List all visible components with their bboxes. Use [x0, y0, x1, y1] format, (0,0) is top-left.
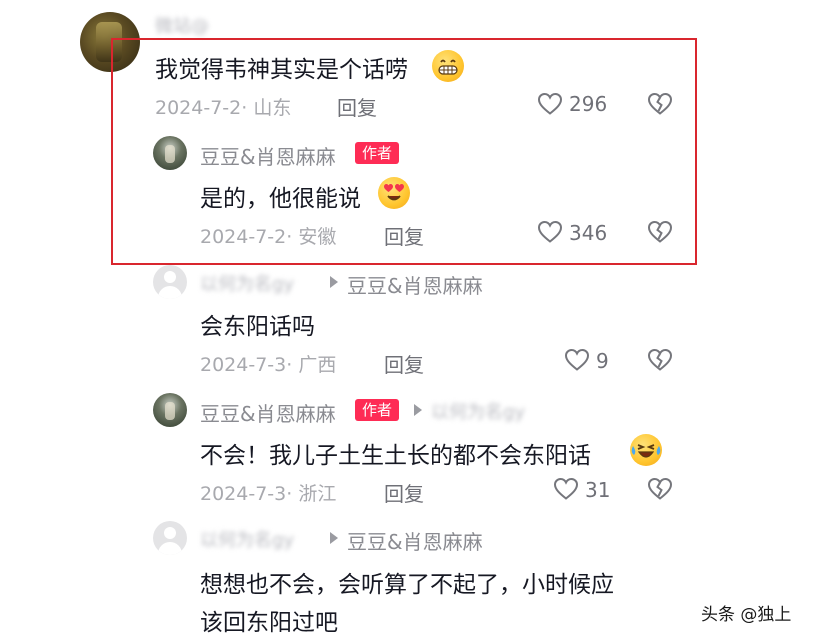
- reply-meta: 2024-7-3· 浙江: [200, 483, 337, 505]
- watermark: 头条 @独上: [701, 605, 792, 625]
- reply-button[interactable]: 回复: [384, 478, 424, 507]
- reply-text: 不会！我儿子土生土长的都不会东阳话: [200, 443, 591, 469]
- avatar[interactable]: [153, 393, 187, 427]
- reply-to-username[interactable]: 豆豆&肖恩麻麻: [347, 270, 483, 299]
- laughing-tears-face-icon: [630, 434, 662, 466]
- reply-text: 会东阳话吗: [200, 314, 315, 340]
- heart-icon[interactable]: [564, 348, 590, 376]
- author-badge: 作者: [355, 399, 400, 421]
- dislike-icon[interactable]: [647, 348, 673, 376]
- reply-button[interactable]: 回复: [384, 349, 424, 378]
- like-count: 9: [596, 349, 609, 373]
- highlight-box: [111, 38, 697, 265]
- reply-text-line: 该回东阳过吧: [200, 610, 338, 636]
- reply-username[interactable]: 以何为名gy: [200, 526, 294, 552]
- heart-icon[interactable]: [553, 477, 579, 505]
- comment-username[interactable]: 微站@: [155, 12, 209, 38]
- reply-text-line: 想想也不会，会听算了不起了，小时候应: [200, 572, 614, 598]
- avatar[interactable]: [153, 521, 187, 555]
- reply-to-username[interactable]: 以何为名gy: [431, 398, 525, 424]
- reply-arrow-icon: [414, 404, 422, 416]
- avatar[interactable]: [153, 265, 187, 299]
- reply-arrow-icon: [330, 532, 338, 544]
- reply-arrow-icon: [330, 276, 338, 288]
- dislike-icon[interactable]: [647, 477, 673, 505]
- reply-to-username[interactable]: 豆豆&肖恩麻麻: [347, 526, 483, 555]
- like-count: 31: [585, 478, 611, 502]
- reply-username[interactable]: 以何为名gy: [200, 270, 294, 296]
- reply-username[interactable]: 豆豆&肖恩麻麻: [200, 398, 336, 427]
- reply-meta: 2024-7-3· 广西: [200, 354, 337, 376]
